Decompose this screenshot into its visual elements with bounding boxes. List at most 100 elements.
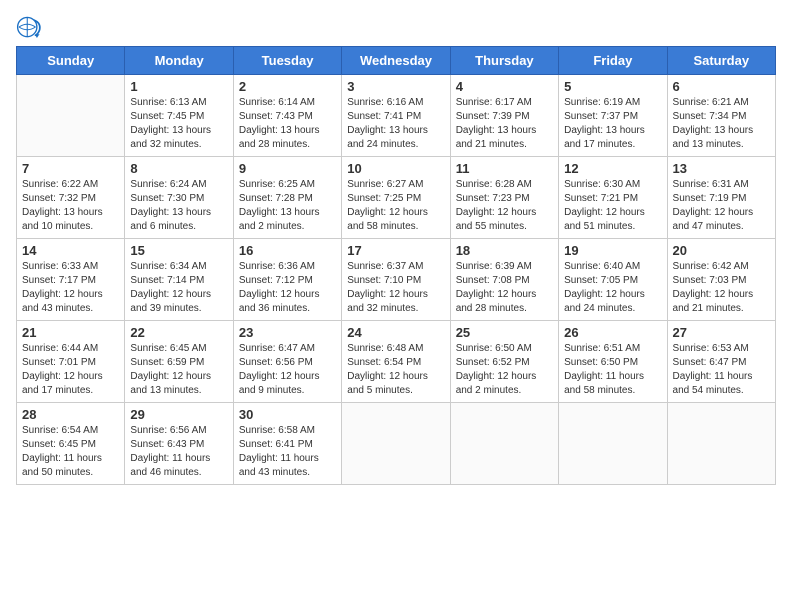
day-info: Sunrise: 6:34 AMSunset: 7:14 PMDaylight:… (130, 260, 227, 316)
calendar-cell: 26Sunrise: 6:51 AMSunset: 6:50 PMDayligh… (559, 321, 667, 403)
calendar-cell: 13Sunrise: 6:31 AMSunset: 7:19 PMDayligh… (667, 157, 775, 239)
weekday-header-saturday: Saturday (667, 47, 775, 75)
calendar-cell (17, 75, 125, 157)
day-number: 16 (239, 243, 336, 258)
day-info: Sunrise: 6:48 AMSunset: 6:54 PMDaylight:… (347, 342, 444, 398)
day-info: Sunrise: 6:13 AMSunset: 7:45 PMDaylight:… (130, 96, 227, 152)
day-number: 21 (22, 325, 119, 340)
day-info: Sunrise: 6:40 AMSunset: 7:05 PMDaylight:… (564, 260, 661, 316)
day-info: Sunrise: 6:21 AMSunset: 7:34 PMDaylight:… (673, 96, 770, 152)
calendar-cell: 4Sunrise: 6:17 AMSunset: 7:39 PMDaylight… (450, 75, 558, 157)
calendar-cell (667, 403, 775, 485)
day-number: 17 (347, 243, 444, 258)
day-number: 10 (347, 161, 444, 176)
logo (16, 16, 48, 38)
day-info: Sunrise: 6:42 AMSunset: 7:03 PMDaylight:… (673, 260, 770, 316)
day-number: 3 (347, 79, 444, 94)
weekday-header-monday: Monday (125, 47, 233, 75)
day-info: Sunrise: 6:53 AMSunset: 6:47 PMDaylight:… (673, 342, 770, 398)
day-number: 5 (564, 79, 661, 94)
day-number: 1 (130, 79, 227, 94)
day-info: Sunrise: 6:27 AMSunset: 7:25 PMDaylight:… (347, 178, 444, 234)
day-number: 14 (22, 243, 119, 258)
calendar-cell: 10 Sunrise: 6:27 AMSunset: 7:25 PMDayligh… (342, 157, 450, 239)
day-info: Sunrise: 6:19 AMSunset: 7:37 PMDaylight:… (564, 96, 661, 152)
calendar-header: SundayMondayTuesdayWednesdayThursdayFrid… (17, 47, 776, 75)
calendar-week-row: 28Sunrise: 6:54 AMSunset: 6:45 PMDayligh… (17, 403, 776, 485)
day-info: Sunrise: 6:22 AMSunset: 7:32 PMDaylight:… (22, 178, 119, 234)
calendar-cell: 8 Sunrise: 6:24 AMSunset: 7:30 PMDaylight… (125, 157, 233, 239)
calendar-cell: 22 Sunrise: 6:45 AMSunset: 6:59 PMDayligh… (125, 321, 233, 403)
day-info: Sunrise: 6:30 AMSunset: 7:21 PMDaylight:… (564, 178, 661, 234)
calendar-week-row: 1 Sunrise: 6:13 AMSunset: 7:45 PMDaylight… (17, 75, 776, 157)
calendar-cell: 9 Sunrise: 6:25 AMSunset: 7:28 PMDaylight… (233, 157, 341, 239)
weekday-header-thursday: Thursday (450, 47, 558, 75)
weekday-header-tuesday: Tuesday (233, 47, 341, 75)
day-info: Sunrise: 6:25 AMSunset: 7:28 PMDaylight:… (239, 178, 336, 234)
calendar-cell: 17 Sunrise: 6:37 AMSunset: 7:10 PMDayligh… (342, 239, 450, 321)
day-number: 23 (239, 325, 336, 340)
calendar-week-row: 21 Sunrise: 6:44 AMSunset: 7:01 PMDayligh… (17, 321, 776, 403)
day-number: 29 (130, 407, 227, 422)
weekday-header-friday: Friday (559, 47, 667, 75)
day-number: 9 (239, 161, 336, 176)
calendar-cell: 23 Sunrise: 6:47 AMSunset: 6:56 PMDayligh… (233, 321, 341, 403)
calendar-cell: 15 Sunrise: 6:34 AMSunset: 7:14 PMDayligh… (125, 239, 233, 321)
weekday-header-sunday: Sunday (17, 47, 125, 75)
day-number: 25 (456, 325, 553, 340)
calendar-cell: 3 Sunrise: 6:16 AMSunset: 7:41 PMDaylight… (342, 75, 450, 157)
calendar-cell: 20 Sunrise: 6:42 AMSunset: 7:03 PMDayligh… (667, 239, 775, 321)
day-info: Sunrise: 6:58 AMSunset: 6:41 PMDaylight:… (239, 424, 336, 480)
calendar-week-row: 14 Sunrise: 6:33 AMSunset: 7:17 PMDayligh… (17, 239, 776, 321)
day-info: Sunrise: 6:14 AMSunset: 7:43 PMDaylight:… (239, 96, 336, 152)
day-number: 27 (673, 325, 770, 340)
day-info: Sunrise: 6:39 AMSunset: 7:08 PMDaylight:… (456, 260, 553, 316)
day-info: Sunrise: 6:47 AMSunset: 6:56 PMDaylight:… (239, 342, 336, 398)
day-number: 28 (22, 407, 119, 422)
day-number: 20 (673, 243, 770, 258)
day-number: 11 (456, 161, 553, 176)
day-number: 7 (22, 161, 119, 176)
day-number: 2 (239, 79, 336, 94)
day-number: 15 (130, 243, 227, 258)
weekday-header-wednesday: Wednesday (342, 47, 450, 75)
calendar-cell (450, 403, 558, 485)
day-number: 8 (130, 161, 227, 176)
day-number: 19 (564, 243, 661, 258)
calendar-cell: 28Sunrise: 6:54 AMSunset: 6:45 PMDayligh… (17, 403, 125, 485)
calendar-cell: 1 Sunrise: 6:13 AMSunset: 7:45 PMDaylight… (125, 75, 233, 157)
day-info: Sunrise: 6:17 AMSunset: 7:39 PMDaylight:… (456, 96, 553, 152)
calendar-cell: 11Sunrise: 6:28 AMSunset: 7:23 PMDayligh… (450, 157, 558, 239)
calendar-cell: 16Sunrise: 6:36 AMSunset: 7:12 PMDayligh… (233, 239, 341, 321)
calendar-cell: 2 Sunrise: 6:14 AMSunset: 7:43 PMDaylight… (233, 75, 341, 157)
day-number: 6 (673, 79, 770, 94)
calendar-cell: 29 Sunrise: 6:56 AMSunset: 6:43 PMDayligh… (125, 403, 233, 485)
day-info: Sunrise: 6:44 AMSunset: 7:01 PMDaylight:… (22, 342, 119, 398)
calendar-cell: 6 Sunrise: 6:21 AMSunset: 7:34 PMDaylight… (667, 75, 775, 157)
day-number: 18 (456, 243, 553, 258)
calendar-table: SundayMondayTuesdayWednesdayThursdayFrid… (16, 46, 776, 485)
day-info: Sunrise: 6:45 AMSunset: 6:59 PMDaylight:… (130, 342, 227, 398)
calendar-cell: 30 Sunrise: 6:58 AMSunset: 6:41 PMDayligh… (233, 403, 341, 485)
calendar-cell (342, 403, 450, 485)
day-info: Sunrise: 6:33 AMSunset: 7:17 PMDaylight:… (22, 260, 119, 316)
calendar-cell (559, 403, 667, 485)
day-number: 24 (347, 325, 444, 340)
weekday-header-row: SundayMondayTuesdayWednesdayThursdayFrid… (17, 47, 776, 75)
day-number: 22 (130, 325, 227, 340)
calendar-cell: 21 Sunrise: 6:44 AMSunset: 7:01 PMDayligh… (17, 321, 125, 403)
calendar-cell: 25Sunrise: 6:50 AMSunset: 6:52 PMDayligh… (450, 321, 558, 403)
day-info: Sunrise: 6:56 AMSunset: 6:43 PMDaylight:… (130, 424, 227, 480)
day-number: 12 (564, 161, 661, 176)
day-number: 30 (239, 407, 336, 422)
day-info: Sunrise: 6:37 AMSunset: 7:10 PMDaylight:… (347, 260, 444, 316)
calendar-body: 1 Sunrise: 6:13 AMSunset: 7:45 PMDaylight… (17, 75, 776, 485)
day-info: Sunrise: 6:16 AMSunset: 7:41 PMDaylight:… (347, 96, 444, 152)
day-number: 26 (564, 325, 661, 340)
calendar-cell: 18 Sunrise: 6:39 AMSunset: 7:08 PMDayligh… (450, 239, 558, 321)
calendar-cell: 7 Sunrise: 6:22 AMSunset: 7:32 PMDaylight… (17, 157, 125, 239)
calendar-cell: 12 Sunrise: 6:30 AMSunset: 7:21 PMDayligh… (559, 157, 667, 239)
calendar-cell: 14 Sunrise: 6:33 AMSunset: 7:17 PMDayligh… (17, 239, 125, 321)
day-info: Sunrise: 6:24 AMSunset: 7:30 PMDaylight:… (130, 178, 227, 234)
logo-icon (16, 16, 44, 38)
